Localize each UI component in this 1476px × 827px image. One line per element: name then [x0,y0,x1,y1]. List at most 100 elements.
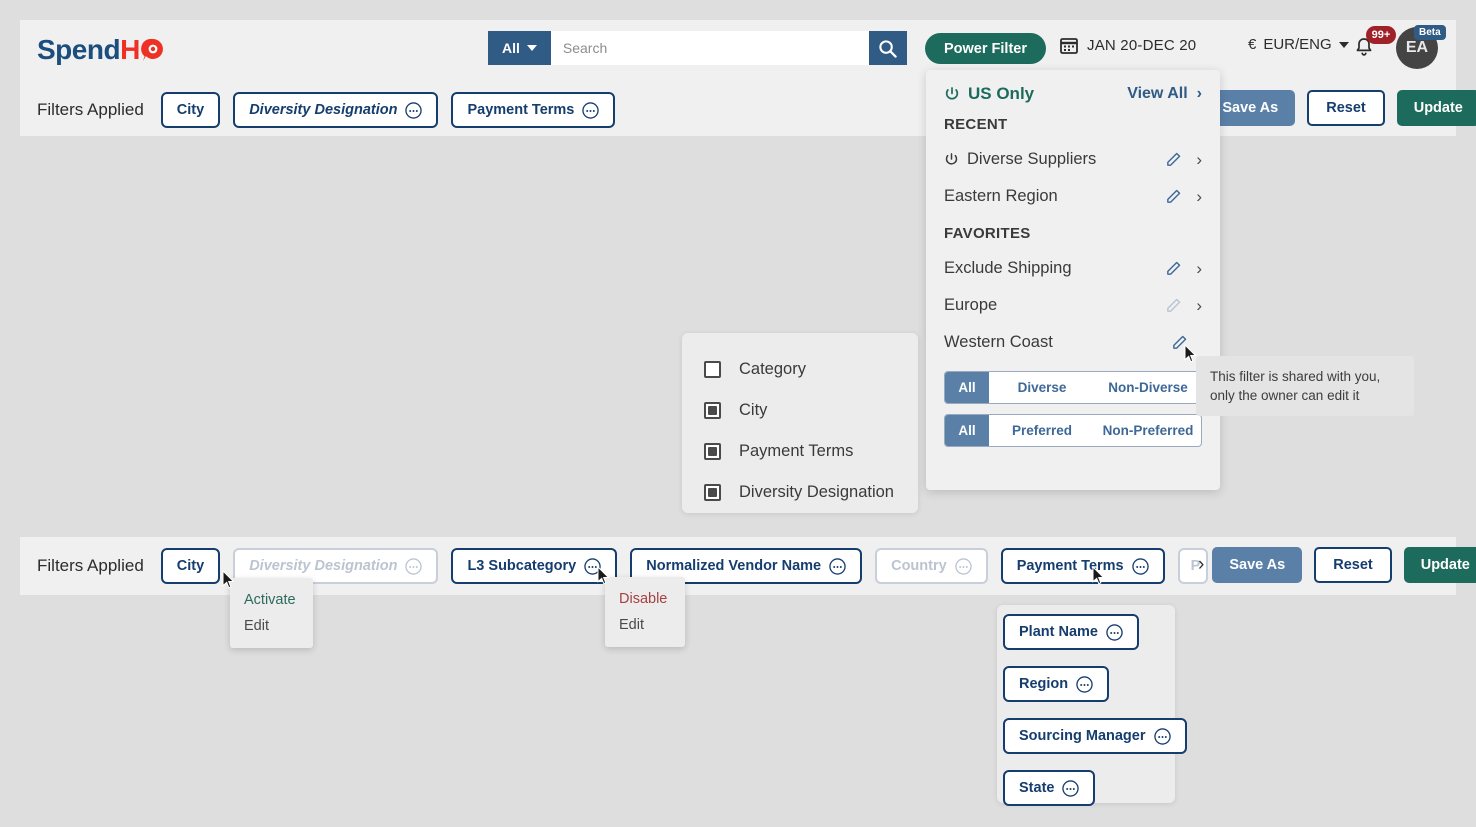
beta-badge: Beta [1414,25,1446,40]
checkbox-label: Category [739,360,806,379]
filter-chip-state[interactable]: State [1003,770,1095,806]
filter-chip-label: Country [891,558,947,574]
power-filter-button[interactable]: Power Filter [925,33,1046,64]
more-options-icon[interactable] [1132,558,1149,575]
saved-filter-item[interactable]: Europe › [944,287,1202,324]
search-input[interactable] [551,31,869,65]
chevron-right-icon[interactable]: › [1198,554,1204,576]
filter-chip-city[interactable]: City [161,548,220,584]
view-all-link[interactable]: View All › [1127,85,1202,103]
section-title-favorites: FAVORITES [944,225,1202,242]
more-options-icon[interactable] [1154,728,1171,745]
segment-non-preferred[interactable]: Non-Preferred [1095,415,1201,446]
edit-icon[interactable] [1165,188,1182,205]
currency-symbol: € [1248,36,1256,53]
chevron-right-icon[interactable]: › [1196,296,1202,316]
edit-icon[interactable] [1165,151,1182,168]
chevron-down-icon [1339,42,1349,48]
checkbox-icon-checked[interactable] [704,484,721,501]
search-icon [878,39,897,58]
filter-chip-city[interactable]: City [161,92,220,128]
context-menu-item-disable[interactable]: Disable [605,586,685,612]
chip-context-menu-city: Activate Edit [230,578,313,648]
context-menu-item-edit[interactable]: Edit [605,612,685,638]
more-options-icon[interactable] [405,558,422,575]
more-options-icon[interactable] [584,558,601,575]
saved-filter-label: Diverse Suppliers [967,150,1096,169]
calendar-icon [1060,36,1078,54]
save-as-button[interactable]: Save As [1212,547,1302,583]
date-range-picker[interactable]: JAN 20-DEC 20 [1060,36,1196,54]
filter-actions-top: › Save As Reset Update [1189,90,1476,126]
filter-chip-label: Region [1019,676,1068,692]
us-only-label: US Only [968,84,1034,104]
reset-button[interactable]: Reset [1314,547,1392,583]
filters-applied-label: Filters Applied [37,556,144,576]
filters-applied-row-top: Filters Applied City Diversity Designati… [37,88,628,132]
more-options-icon[interactable] [582,102,599,119]
chevron-right-icon[interactable]: › [1196,259,1202,279]
filter-chip-label: Payment Terms [467,102,574,118]
context-menu-item-activate[interactable]: Activate [230,587,313,613]
search-scope-dropdown[interactable]: All [488,31,551,65]
segment-all[interactable]: All [945,372,989,403]
saved-filter-item[interactable]: Western Coast [944,324,1202,361]
filter-chip-label: State [1019,780,1054,796]
more-options-icon[interactable] [829,558,846,575]
saved-filter-label: Eastern Region [944,187,1058,206]
more-options-icon[interactable] [1106,624,1123,641]
saved-filter-item[interactable]: Exclude Shipping › [944,250,1202,287]
context-menu-item-edit[interactable]: Edit [230,613,313,639]
checkbox-icon[interactable] [704,361,721,378]
reset-button[interactable]: Reset [1307,90,1385,126]
segment-preferred[interactable]: Preferred [989,415,1095,446]
currency-label: EUR/ENG [1263,36,1331,53]
more-options-icon[interactable] [405,102,422,119]
filter-chip-label: Diversity Designation [249,102,397,118]
more-options-icon[interactable] [955,558,972,575]
search-button[interactable] [869,31,907,65]
saved-filter-us-only[interactable]: US Only [944,84,1034,104]
currency-language-dropdown[interactable]: € EUR/ENG [1248,36,1349,53]
segment-all[interactable]: All [945,415,989,446]
checkbox-icon-checked[interactable] [704,443,721,460]
checkbox-row-category[interactable]: Category [682,349,918,390]
filter-chip-payment-terms[interactable]: Payment Terms [451,92,615,128]
saved-filter-label: Western Coast [944,333,1053,352]
filter-chip-plant-name[interactable]: Plant Name [1003,614,1139,650]
app-logo[interactable]: SpendH [37,33,166,67]
segment-diverse[interactable]: Diverse [989,372,1095,403]
edit-icon[interactable] [1171,334,1188,351]
checkbox-label: City [739,401,767,420]
filters-applied-label: Filters Applied [37,100,144,120]
date-range-label: JAN 20-DEC 20 [1087,37,1196,54]
filter-chip-country[interactable]: Country [875,548,988,584]
preferred-segmented-control: All Preferred Non-Preferred [944,414,1202,447]
checkbox-row-city[interactable]: City [682,390,918,431]
update-button[interactable]: Update [1404,547,1476,583]
saved-filter-label: Exclude Shipping [944,259,1072,278]
logo-text-spend: Spend [37,34,120,65]
more-options-icon[interactable] [1062,780,1079,797]
filter-chip-payment-terms[interactable]: Payment Terms [1001,548,1165,584]
checkbox-row-payment-terms[interactable]: Payment Terms [682,431,918,472]
filter-chip-l3-subcategory[interactable]: L3 Subcategory [451,548,617,584]
edit-icon[interactable] [1165,260,1182,277]
filter-chip-sourcing-manager[interactable]: Sourcing Manager [1003,718,1187,754]
segment-non-diverse[interactable]: Non-Diverse [1095,372,1201,403]
saved-filter-item[interactable]: Eastern Region › [944,178,1202,215]
checkbox-icon-checked[interactable] [704,402,721,419]
filter-chip-region[interactable]: Region [1003,666,1109,702]
logo-target-icon [140,37,166,63]
chip-context-menu-l3: Disable Edit [605,577,685,647]
filter-chip-label: Normalized Vendor Name [646,558,821,574]
saved-filter-label: Europe [944,296,997,315]
checkbox-label: Payment Terms [739,442,853,461]
filter-chip-diversity-designation[interactable]: Diversity Designation [233,92,438,128]
more-options-icon[interactable] [1076,676,1093,693]
chevron-right-icon[interactable]: › [1196,150,1202,170]
saved-filter-item[interactable]: Diverse Suppliers › [944,141,1202,178]
update-button[interactable]: Update [1397,90,1476,126]
chevron-right-icon[interactable]: › [1196,187,1202,207]
checkbox-row-diversity-designation[interactable]: Diversity Designation [682,472,918,513]
